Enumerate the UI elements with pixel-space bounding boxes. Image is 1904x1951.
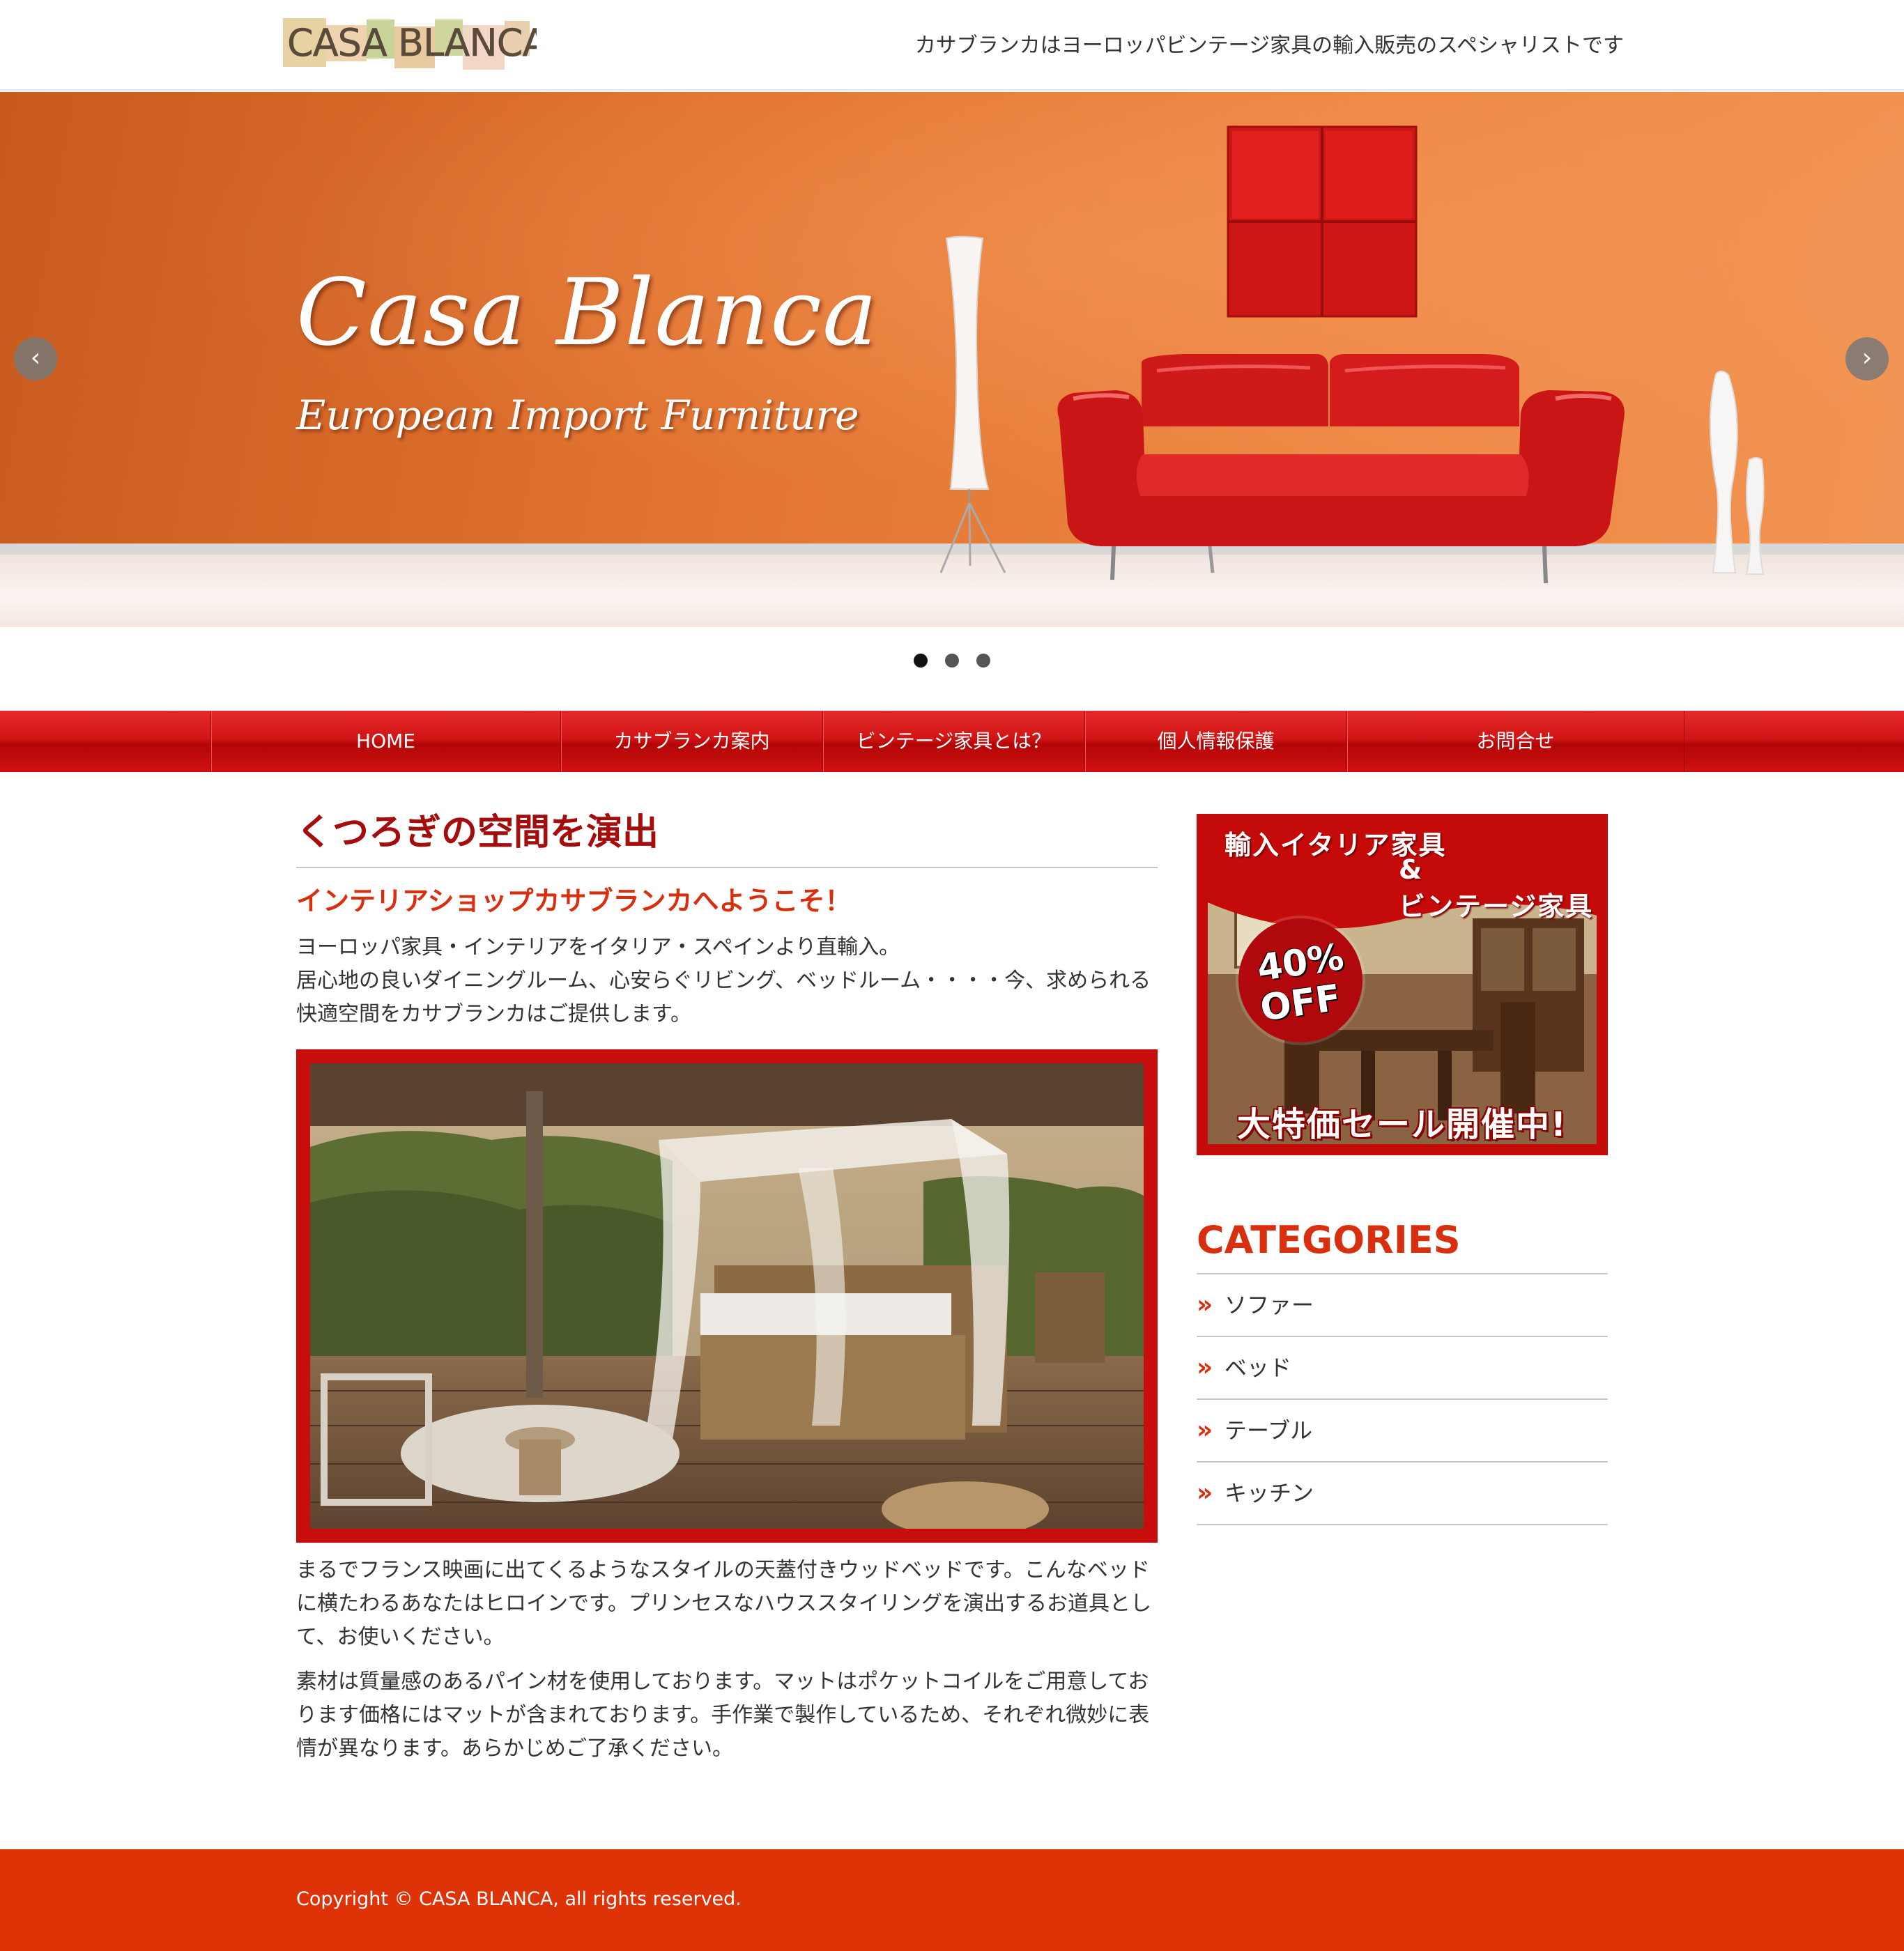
page-title: くつろぎの空間を演出	[296, 808, 1158, 868]
white-vases	[1710, 370, 1765, 575]
site-footer: Copyright © CASA BLANCA, all rights rese…	[0, 1849, 1904, 1951]
category-bed[interactable]: » ベッド	[1197, 1337, 1608, 1400]
category-kitchen[interactable]: » キッチン	[1197, 1463, 1608, 1525]
category-sofa[interactable]: » ソファー	[1197, 1274, 1608, 1337]
site-header: CASA BLANCA カサブランカはヨーロッパビンテージ家具の輸入販売のスペシ…	[0, 0, 1904, 91]
hero-subtitle: European Import Furniture	[296, 392, 859, 439]
double-chevron-right-icon: »	[1197, 1290, 1213, 1319]
chevron-left-icon[interactable]: ‹	[14, 337, 57, 380]
category-table[interactable]: » テーブル	[1197, 1400, 1608, 1463]
canopy-bed-photo	[310, 1063, 1144, 1537]
category-label: ソファー	[1224, 1292, 1314, 1318]
casa-blanca-logo[interactable]: CASA BLANCA	[282, 15, 537, 77]
copyright-text: Copyright © CASA BLANCA, all rights rese…	[296, 1888, 742, 1910]
category-label: キッチン	[1224, 1480, 1314, 1506]
welcome-heading: インテリアショップカサブランカへようこそ！	[296, 886, 852, 916]
hero-slider: Casa Blanca European Import Furniture ‹ …	[0, 92, 1904, 627]
intro-paragraph: ヨーロッパ家具・インテリアをイタリア・スペインより直輸入。 居心地の良いダイニン…	[296, 931, 1158, 1031]
red-sofa	[1057, 354, 1625, 584]
banner-ampersand: &	[1399, 854, 1422, 885]
banner-headline-2: ビンテージ家具	[1399, 891, 1594, 922]
banner-sale-text: 大特価セール開催中!	[1237, 1105, 1567, 1144]
category-label: テーブル	[1224, 1417, 1313, 1444]
logo-text: CASA BLANCA	[287, 21, 537, 65]
double-chevron-right-icon: »	[1197, 1416, 1213, 1444]
material-description: 素材は質量感のあるパイン材を使用しております。マットはポケットコイルをご用意して…	[296, 1669, 1150, 1761]
nav-item-about[interactable]: カサブランカ案内	[560, 711, 822, 772]
intro-line-2: 居心地の良いダイニングルーム、心安らぐリビング、ベッドルーム・・・・今、求められ…	[296, 969, 1151, 1026]
site-tagline: カサブランカはヨーロッパビンテージ家具の輸入販売のスペシャリストです	[914, 33, 1624, 58]
double-chevron-right-icon: »	[1197, 1479, 1213, 1507]
chevron-right-icon[interactable]: ›	[1845, 337, 1889, 380]
wall-art-panel	[1227, 125, 1418, 318]
slider-dot-2[interactable]	[945, 654, 959, 668]
nav-item-privacy[interactable]: 個人情報保護	[1084, 711, 1346, 772]
floor-lamp	[939, 236, 1006, 573]
discount-badge: 40% OFF	[1238, 918, 1362, 1042]
living-room-illustration	[939, 125, 1765, 584]
slider-dot-3[interactable]	[976, 654, 991, 668]
nav-item-contact[interactable]: お問合せ	[1346, 711, 1684, 772]
intro-line-1: ヨーロッパ家具・インテリアをイタリア・スペインより直輸入。	[296, 935, 900, 959]
main-content: くつろぎの空間を演出 インテリアショップカサブランカへようこそ！ ヨーロッパ家具…	[296, 808, 1158, 1766]
nav-item-vintage[interactable]: ビンテージ家具とは？	[822, 711, 1084, 772]
categories-title: CATEGORIES	[1197, 1218, 1608, 1274]
sidebar: 輸入イタリア家具 & ビンテージ家具 40% OFF 大特価セール開催中! CA…	[1197, 814, 1608, 1525]
main-navigation: HOME カサブランカ案内 ビンテージ家具とは？ 個人情報保護 お問合せ	[0, 711, 1904, 772]
bed-description: まるでフランス映画に出てくるようなスタイルの天蓋付きウッドベッドです。こんなベッ…	[296, 1558, 1151, 1649]
sale-banner[interactable]: 輸入イタリア家具 & ビンテージ家具 40% OFF 大特価セール開催中!	[1197, 814, 1608, 1155]
featured-photo-frame	[296, 1049, 1158, 1543]
slider-dots	[0, 654, 1904, 672]
hero-title: Casa Blanca	[296, 259, 878, 367]
nav-item-home[interactable]: HOME	[210, 711, 560, 772]
slider-dot-1[interactable]	[913, 654, 928, 668]
double-chevron-right-icon: »	[1197, 1353, 1213, 1382]
category-label: ベッド	[1224, 1355, 1292, 1381]
